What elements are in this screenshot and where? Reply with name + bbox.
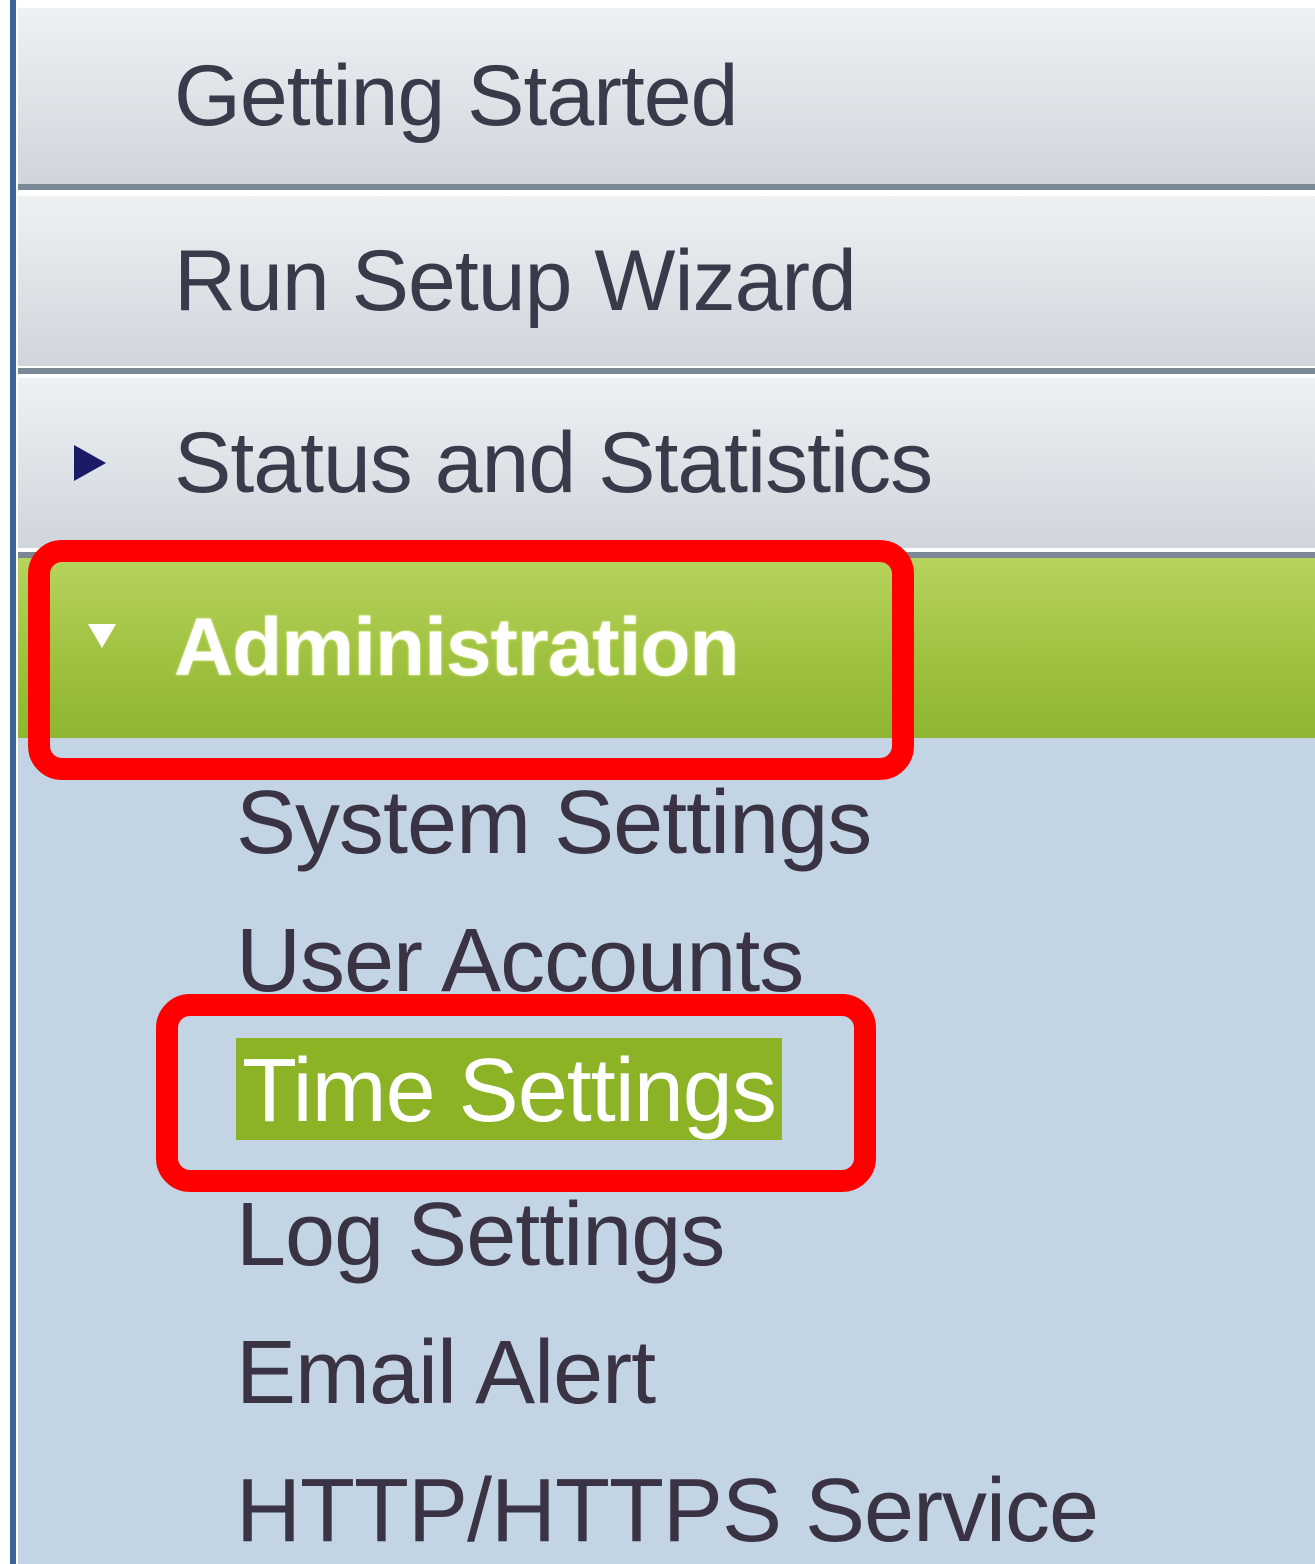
left-border — [10, 0, 16, 1564]
administration-highlight-callout — [28, 540, 914, 780]
submenu-item-user-accounts[interactable]: User Accounts — [236, 916, 804, 1006]
time-settings-highlight-callout — [156, 994, 876, 1192]
navigation-menu: Getting Started Run Setup Wizard Status … — [0, 0, 1315, 1564]
submenu-item-email-alert[interactable]: Email Alert — [236, 1328, 656, 1418]
submenu-item-log-settings[interactable]: Log Settings — [236, 1190, 725, 1280]
nav-item-getting-started[interactable]: Getting Started — [18, 8, 1315, 184]
nav-item-status-and-statistics[interactable]: Status and Statistics — [18, 378, 1315, 548]
submenu-item-http-https-service[interactable]: HTTP/HTTPS Service — [236, 1466, 1099, 1556]
nav-item-label: Run Setup Wizard — [174, 232, 857, 329]
nav-item-label: Getting Started — [174, 47, 738, 144]
triangle-right-icon[interactable] — [74, 445, 106, 481]
nav-item-run-setup-wizard[interactable]: Run Setup Wizard — [18, 196, 1315, 366]
divider — [18, 184, 1315, 190]
submenu-item-system-settings[interactable]: System Settings — [236, 778, 872, 868]
nav-item-label: Status and Statistics — [174, 414, 933, 511]
divider — [18, 368, 1315, 374]
